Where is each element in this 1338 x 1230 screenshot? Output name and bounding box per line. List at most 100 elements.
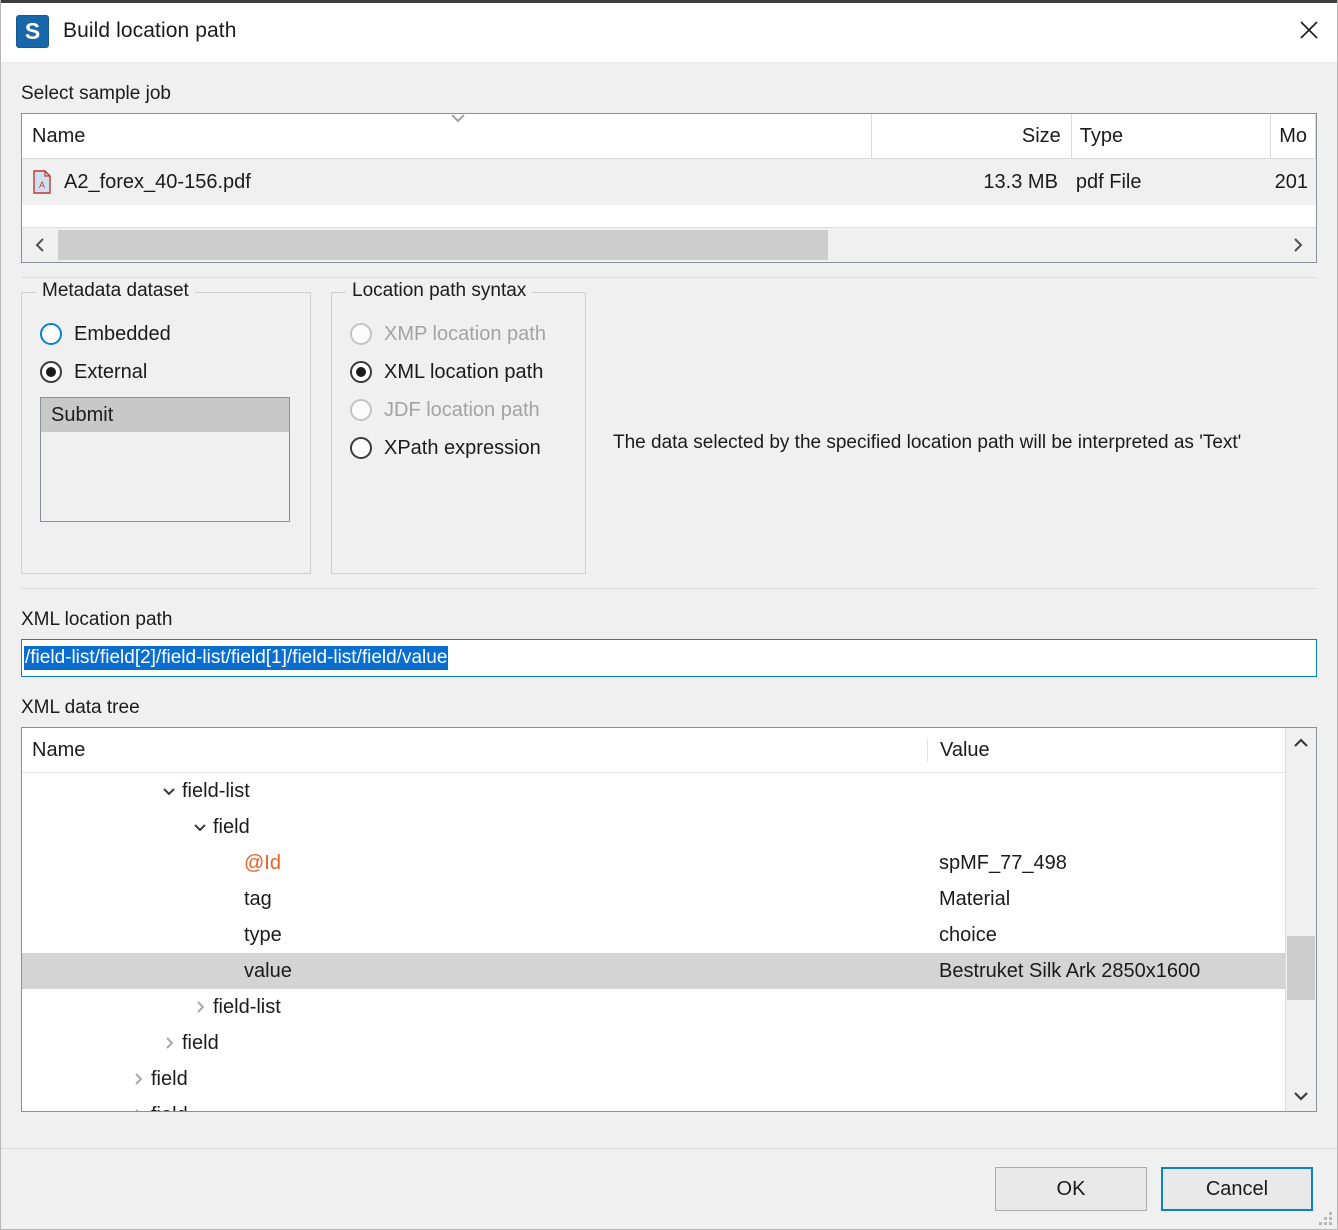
tree-node-label: tag: [244, 887, 272, 910]
radio-xml-location-path[interactable]: XML location path: [350, 353, 567, 391]
chevron-down-icon: [163, 788, 175, 796]
tree-row[interactable]: field: [22, 809, 1285, 845]
xml-location-path-label: XML location path: [21, 609, 173, 630]
tree-row-name-cell: field-list: [22, 780, 927, 803]
chevron-down-icon: [451, 114, 465, 123]
list-item[interactable]: Submit: [41, 398, 289, 432]
close-window-button[interactable]: [1281, 0, 1337, 60]
xml-data-tree[interactable]: Name Value field-list field @Id spMF_77_498…: [21, 727, 1317, 1112]
pdf-file-icon: A: [33, 170, 51, 194]
build-location-path-dialog: S Build location path Select sample job …: [0, 0, 1338, 1230]
tree-row-name-cell: type: [22, 924, 927, 947]
tree-row[interactable]: field: [22, 1097, 1285, 1111]
chevron-right-icon[interactable]: [125, 1071, 151, 1087]
tree-row-value-cell: Material: [939, 887, 1011, 910]
radio-xmp-label: XMP location path: [384, 322, 546, 345]
file-list-horizontal-scrollbar[interactable]: [22, 227, 1316, 262]
tree-row[interactable]: value Bestruket Silk Ark 2850x1600: [22, 953, 1285, 989]
xml-location-path-input[interactable]: /field-list/field[2]/field-list/field[1]…: [21, 639, 1317, 677]
chevron-down-icon[interactable]: [156, 783, 182, 799]
tree-column-header-name[interactable]: Name: [22, 739, 927, 762]
radio-xmp-location-path: XMP location path: [350, 315, 567, 353]
radio-button-icon: [350, 361, 372, 383]
tree-row-name-cell: tag: [22, 888, 927, 911]
tree-vertical-scrollbar[interactable]: [1285, 728, 1316, 1111]
radio-external[interactable]: External: [40, 353, 292, 391]
radio-button-icon: [40, 361, 62, 383]
tree-row[interactable]: field: [22, 1025, 1285, 1061]
scroll-right-button[interactable]: [1280, 228, 1316, 262]
tree-node-label: field: [213, 815, 250, 838]
tree-row-name-cell: value: [22, 960, 927, 983]
cancel-button[interactable]: Cancel: [1161, 1167, 1313, 1211]
radio-button-icon: [350, 323, 372, 345]
radio-embedded[interactable]: Embedded: [40, 315, 292, 353]
chevron-right-icon[interactable]: [125, 1107, 151, 1111]
file-name-cell: A A2_forex_40-156.pdf: [22, 170, 869, 194]
chevron-right-icon: [135, 1073, 143, 1085]
xml-location-path-value: /field-list/field[2]/field-list/field[1]…: [24, 646, 449, 670]
horizontal-scroll-thumb[interactable]: [58, 230, 828, 260]
scroll-up-button[interactable]: [1286, 728, 1316, 758]
tree-row[interactable]: @Id spMF_77_498: [22, 845, 1285, 881]
column-header-modified-label: Mo: [1279, 124, 1307, 147]
section-divider: [21, 277, 1317, 278]
radio-embedded-label: Embedded: [74, 322, 171, 345]
tree-row-name-cell: field: [22, 816, 927, 839]
dialog-body: Select sample job Name Size Type Mo A A2…: [1, 63, 1337, 1136]
table-row[interactable]: A A2_forex_40-156.pdf 13.3 MB pdf File 2…: [22, 159, 1316, 205]
column-header-size[interactable]: Size: [872, 114, 1072, 158]
chevron-up-icon: [1294, 738, 1308, 747]
radio-xpath-expression[interactable]: XPath expression: [350, 429, 567, 467]
tree-row-list: field-list field @Id spMF_77_498tag Material…: [22, 773, 1285, 1111]
column-header-name[interactable]: Name: [22, 114, 873, 158]
column-header-size-label: Size: [1021, 124, 1061, 147]
options-row: Metadata dataset Embedded External Submi…: [21, 280, 1317, 574]
tree-row[interactable]: type choice: [22, 917, 1285, 953]
tree-row[interactable]: tag Material: [22, 881, 1285, 917]
resize-grip-icon[interactable]: [1318, 1211, 1332, 1225]
chevron-down-icon: [1294, 1092, 1308, 1101]
horizontal-scroll-track[interactable]: [58, 228, 1280, 262]
section-divider-2: [21, 588, 1317, 589]
tree-row-name-cell: field-list: [22, 996, 927, 1019]
scroll-down-button[interactable]: [1286, 1081, 1316, 1111]
tree-row-value-cell: spMF_77_498: [939, 851, 1067, 874]
tree-row[interactable]: field-list: [22, 989, 1285, 1025]
tree-row[interactable]: field-list: [22, 773, 1285, 809]
sample-job-file-list[interactable]: Name Size Type Mo A A2_forex_40-156.pdf …: [21, 113, 1317, 263]
column-header-modified[interactable]: Mo: [1271, 114, 1316, 158]
chevron-down-icon[interactable]: [187, 819, 213, 835]
metadata-dataset-title: Metadata dataset: [36, 280, 195, 302]
file-modified-cell: 201: [1274, 170, 1308, 193]
tree-column-header-value[interactable]: Value: [927, 738, 1285, 762]
file-list-empty-area: [22, 205, 1316, 227]
tree-row[interactable]: field: [22, 1061, 1285, 1097]
dialog-footer: OK Cancel: [1, 1149, 1337, 1229]
scroll-left-button[interactable]: [22, 228, 58, 262]
window-title: Build location path: [63, 19, 237, 42]
svg-text:A: A: [39, 180, 45, 190]
vertical-scroll-thumb[interactable]: [1287, 935, 1315, 1001]
tree-node-label: field: [151, 1104, 188, 1112]
tree-row-name-cell: field: [22, 1032, 927, 1055]
chevron-down-icon: [194, 824, 206, 832]
chevron-right-icon[interactable]: [187, 999, 213, 1015]
file-size-cell: 13.3 MB: [983, 170, 1058, 193]
column-header-type[interactable]: Type: [1072, 114, 1272, 158]
title-accent-bar: [1, 0, 1337, 3]
radio-button-icon: [40, 323, 62, 345]
vertical-scroll-track[interactable]: [1286, 758, 1316, 1081]
file-name-text: A2_forex_40-156.pdf: [64, 170, 251, 193]
location-path-syntax-title: Location path syntax: [346, 280, 533, 302]
ok-button[interactable]: OK: [995, 1167, 1147, 1211]
title-bar: S Build location path: [1, 0, 1337, 63]
tree-node-label: value: [244, 959, 292, 982]
chevron-right-icon[interactable]: [156, 1035, 182, 1051]
radio-button-icon: [350, 399, 372, 421]
radio-jdf-label: JDF location path: [384, 398, 540, 421]
tree-node-label: type: [244, 923, 282, 946]
radio-xml-label: XML location path: [384, 360, 544, 383]
metadata-dataset-listbox[interactable]: Submit: [40, 397, 290, 522]
radio-jdf-location-path: JDF location path: [350, 391, 567, 429]
